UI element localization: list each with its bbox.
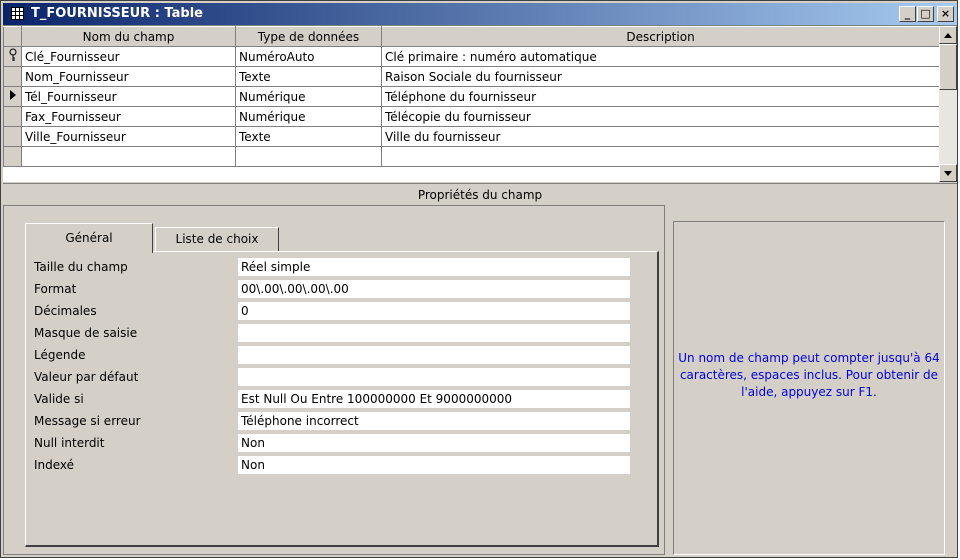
table-row[interactable]: Tél_Fournisseur Numérique Téléphone du fou…	[3, 86, 940, 107]
table-design-window: T_FOURNISSEUR : Table _ □ × Nom du champ…	[0, 0, 958, 558]
scroll-thumb[interactable]	[939, 44, 957, 90]
field-grid: Nom du champ Type de données Description…	[3, 25, 957, 182]
property-label: Masque de saisie	[34, 326, 138, 340]
row-selector[interactable]	[3, 146, 22, 167]
minimize-button[interactable]: _	[899, 6, 916, 22]
data-type-cell[interactable]: Texte	[235, 66, 382, 87]
field-name-cell[interactable]: Clé_Fournisseur	[21, 46, 236, 67]
property-label: Valide si	[34, 392, 84, 406]
property-row: Indexé Non	[34, 454, 634, 476]
property-label: Taille du champ	[34, 260, 128, 274]
property-row: Valeur par défaut	[34, 366, 634, 388]
table-row[interactable]: Nom_Fournisseur Texte Raison Sociale du fo…	[3, 66, 940, 87]
property-label: Valeur par défaut	[34, 370, 139, 384]
property-row: Taille du champ Réel simple	[34, 256, 634, 278]
property-label: Null interdit	[34, 436, 105, 450]
description-cell[interactable]: Raison Sociale du fournisseur	[381, 66, 940, 87]
property-row: Décimales 0	[34, 300, 634, 322]
property-value-input[interactable]	[238, 346, 630, 364]
row-selector[interactable]	[3, 86, 22, 107]
window-title: T_FOURNISSEUR : Table	[31, 6, 203, 21]
property-value-input[interactable]: Non	[238, 456, 630, 474]
data-type-cell[interactable]: NuméroAuto	[235, 46, 382, 67]
general-tab-panel: Taille du champ Réel simple Format 00\.00\.…	[25, 251, 659, 547]
table-row[interactable]	[3, 146, 940, 167]
table-icon	[11, 7, 24, 20]
data-type-cell[interactable]: Texte	[235, 126, 382, 147]
description-cell[interactable]: Clé primaire : numéro automatique	[381, 46, 940, 67]
field-name-cell[interactable]	[21, 146, 236, 167]
tab-general[interactable]: Général	[25, 223, 153, 253]
property-label: Légende	[34, 348, 86, 362]
property-value-input[interactable]: Téléphone incorrect	[238, 412, 630, 430]
field-name-cell[interactable]: Nom_Fournisseur	[21, 66, 236, 87]
property-value-input[interactable]	[238, 368, 630, 386]
column-header-field-name[interactable]: Nom du champ	[21, 26, 236, 47]
properties-header: Propriétés du champ	[3, 183, 957, 206]
table-row[interactable]: Fax_Fournisseur Numérique Télécopie du fou…	[3, 106, 940, 127]
column-header-description[interactable]: Description	[381, 26, 940, 47]
data-type-cell[interactable]	[235, 146, 382, 167]
property-label: Format	[34, 282, 77, 296]
description-cell[interactable]: Téléphone du fournisseur	[381, 86, 940, 107]
field-table: Nom du champ Type de données Description…	[3, 26, 940, 167]
scroll-up-button[interactable]	[939, 26, 957, 44]
property-row: Format 00\.00\.00\.00\.00	[34, 278, 634, 300]
row-selector[interactable]	[3, 106, 22, 127]
primary-key-icon	[9, 48, 16, 61]
column-header-data-type[interactable]: Type de données	[235, 26, 382, 47]
description-cell[interactable]	[381, 146, 940, 167]
property-row: Message si erreur Téléphone incorrect	[34, 410, 634, 432]
arrow-down-icon	[944, 171, 952, 176]
property-row: Légende	[34, 344, 634, 366]
restore-button[interactable]: □	[917, 6, 934, 22]
help-text: Un nom de champ peut compter jusqu'à 64 …	[678, 351, 940, 399]
property-value-input[interactable]	[238, 324, 630, 342]
property-row: Null interdit Non	[34, 432, 634, 454]
property-label: Décimales	[34, 304, 97, 318]
row-selector[interactable]	[3, 66, 22, 87]
table-row[interactable]: Ville_Fournisseur Texte Ville du fournisse…	[3, 126, 940, 147]
help-panel: Un nom de champ peut compter jusqu'à 64 …	[673, 221, 945, 555]
property-row: Masque de saisie	[34, 322, 634, 344]
property-value-input[interactable]: Réel simple	[238, 258, 630, 276]
row-selector[interactable]	[3, 126, 22, 147]
corner-cell	[3, 26, 22, 47]
property-row: Valide si Est Null Ou Entre 100000000 Et …	[34, 388, 634, 410]
close-button[interactable]: ×	[937, 6, 954, 22]
description-cell[interactable]: Télécopie du fournisseur	[381, 106, 940, 127]
property-value-input[interactable]: Non	[238, 434, 630, 452]
property-value-input[interactable]: Est Null Ou Entre 100000000 Et 900000000…	[238, 390, 630, 408]
tab-liste-de-choix[interactable]: Liste de choix	[155, 227, 279, 251]
title-bar[interactable]: T_FOURNISSEUR : Table _ □ ×	[3, 3, 957, 25]
arrow-up-icon	[944, 33, 952, 38]
field-name-cell[interactable]: Ville_Fournisseur	[21, 126, 236, 147]
scroll-down-button[interactable]	[939, 164, 957, 182]
description-cell[interactable]: Ville du fournisseur	[381, 126, 940, 147]
property-value-input[interactable]: 0	[238, 302, 630, 320]
field-name-cell[interactable]: Fax_Fournisseur	[21, 106, 236, 127]
row-selector[interactable]	[3, 46, 22, 67]
current-row-icon	[9, 90, 16, 100]
table-row[interactable]: Clé_Fournisseur NuméroAuto Clé primaire : …	[3, 46, 940, 67]
data-type-cell[interactable]: Numérique	[235, 86, 382, 107]
property-value-input[interactable]: 00\.00\.00\.00\.00	[238, 280, 630, 298]
data-type-cell[interactable]: Numérique	[235, 106, 382, 127]
vertical-scrollbar[interactable]	[939, 26, 957, 182]
field-name-cell[interactable]: Tél_Fournisseur	[21, 86, 236, 107]
property-label: Indexé	[34, 458, 75, 472]
property-label: Message si erreur	[34, 414, 141, 428]
header-row: Nom du champ Type de données Description	[3, 26, 940, 47]
